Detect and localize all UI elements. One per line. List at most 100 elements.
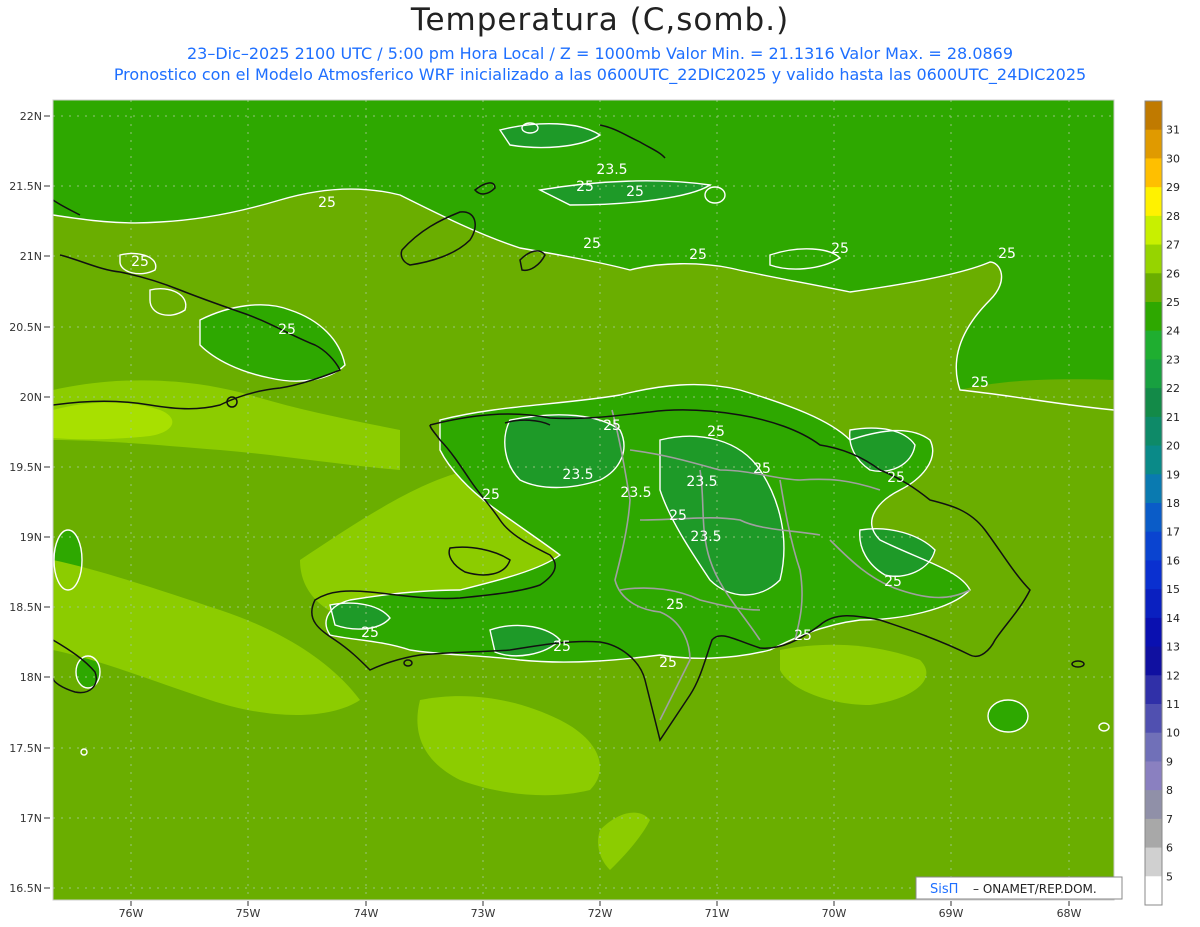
lat-label: 20N bbox=[20, 391, 42, 404]
contour-label: 25 bbox=[361, 625, 379, 641]
contour-label: 25 bbox=[884, 574, 902, 590]
colorbar-label: 5 bbox=[1166, 870, 1173, 883]
colorbar-swatch bbox=[1145, 646, 1162, 676]
lon-label: 72W bbox=[588, 907, 613, 920]
colorbar-swatch bbox=[1145, 704, 1162, 734]
colorbar-label: 27 bbox=[1166, 239, 1180, 252]
lat-label: 21.5N bbox=[9, 180, 42, 193]
colorbar-swatch bbox=[1145, 732, 1162, 762]
colorbar-label: 30 bbox=[1166, 152, 1180, 165]
colorbar-swatch bbox=[1145, 617, 1162, 648]
contour-label: 25 bbox=[831, 241, 849, 257]
colorbar-swatch bbox=[1145, 560, 1162, 590]
colorbar-label: 29 bbox=[1166, 181, 1180, 194]
contour-label: 23.5 bbox=[690, 529, 721, 545]
credit-brand: SisΠ bbox=[930, 882, 958, 897]
contour-label: 25 bbox=[553, 639, 571, 655]
colorbar-label: 8 bbox=[1166, 784, 1173, 797]
longitude-axis: 76W 75W 74W 73W 72W 71W 70W 69W 68W bbox=[119, 907, 1082, 920]
contour-label: 25 bbox=[278, 322, 296, 338]
colorbar-label: 14 bbox=[1166, 612, 1180, 625]
colorbar-swatch bbox=[1145, 474, 1162, 504]
temperature-field bbox=[53, 100, 1114, 900]
colorbar-swatch bbox=[1145, 445, 1162, 475]
lon-label: 71W bbox=[705, 907, 730, 920]
colorbar-swatch bbox=[1145, 531, 1162, 561]
colorbar-swatch bbox=[1145, 302, 1162, 332]
colorbar-label: 13 bbox=[1166, 641, 1180, 654]
lon-label: 73W bbox=[471, 907, 496, 920]
lon-label: 76W bbox=[119, 907, 144, 920]
colorbar-swatch bbox=[1145, 416, 1162, 447]
contour-label: 23.5 bbox=[562, 467, 593, 483]
colorbar-label: 26 bbox=[1166, 267, 1180, 280]
colorbar-label: 22 bbox=[1166, 382, 1180, 395]
lat-label: 21N bbox=[20, 250, 42, 263]
colorbar-swatch bbox=[1145, 187, 1162, 217]
colorbar-label: 20 bbox=[1166, 440, 1180, 453]
colorbar-label: 23 bbox=[1166, 353, 1180, 366]
colorbar: 31 30 29 28 27 26 25 24 23 22 21 20 19 18 17 16 15 14 13 12… bbox=[1144, 100, 1180, 906]
contour-label: 25 bbox=[998, 246, 1016, 262]
contour-label: 25 bbox=[603, 418, 621, 434]
credit-box: SisΠ – ONAMET/REP.DOM. bbox=[915, 876, 1123, 900]
lon-label: 69W bbox=[939, 907, 964, 920]
lat-label: 16.5N bbox=[9, 882, 42, 895]
contour-label: 25 bbox=[583, 236, 601, 252]
colorbar-label: 18 bbox=[1166, 497, 1180, 510]
colorbar-swatch bbox=[1145, 675, 1162, 705]
lon-label: 68W bbox=[1057, 907, 1082, 920]
colorbar-swatch bbox=[1145, 589, 1162, 619]
colorbar-label: 17 bbox=[1166, 526, 1180, 539]
colorbar-label: 21 bbox=[1166, 411, 1180, 424]
colorbar-swatch bbox=[1145, 761, 1162, 791]
contour-label: 23.5 bbox=[686, 474, 717, 490]
contour-label: 23.5 bbox=[620, 485, 651, 501]
lat-label: 18.5N bbox=[9, 601, 42, 614]
colorbar-label: 28 bbox=[1166, 210, 1180, 223]
contour-label: 25 bbox=[669, 508, 687, 524]
lon-label: 70W bbox=[822, 907, 847, 920]
lat-label: 19.5N bbox=[9, 461, 42, 474]
colorbar-swatch bbox=[1145, 273, 1162, 303]
lat-label: 17.5N bbox=[9, 742, 42, 755]
contour-label: 25 bbox=[753, 461, 771, 477]
contour-label: 25 bbox=[666, 597, 684, 613]
colorbar-swatch bbox=[1145, 790, 1162, 820]
colorbar-swatch bbox=[1145, 158, 1162, 188]
contour-label: 25 bbox=[971, 375, 989, 391]
lon-label: 75W bbox=[236, 907, 261, 920]
colorbar-label: 15 bbox=[1166, 583, 1180, 596]
contour-label: 25 bbox=[482, 487, 500, 503]
colorbar-swatch bbox=[1145, 818, 1162, 849]
latitude-ticks bbox=[44, 115, 50, 889]
lat-label: 17N bbox=[20, 812, 42, 825]
contour-label: 25 bbox=[131, 254, 149, 270]
colorbar-swatch bbox=[1145, 330, 1162, 360]
colorbar-swatch bbox=[1145, 101, 1162, 131]
colorbar-swatch bbox=[1145, 215, 1162, 246]
contour-label: 25 bbox=[318, 195, 336, 211]
contour-label: 25 bbox=[887, 470, 905, 486]
colorbar-swatch bbox=[1145, 388, 1162, 418]
contour-label: 25 bbox=[576, 179, 594, 195]
colorbar-swatch bbox=[1145, 876, 1162, 906]
colorbar-label: 16 bbox=[1166, 554, 1180, 567]
colorbar-swatch bbox=[1145, 129, 1162, 159]
lat-label: 22N bbox=[20, 110, 42, 123]
colorbar-label: 6 bbox=[1166, 842, 1173, 855]
colorbar-label: 7 bbox=[1166, 813, 1173, 826]
latitude-axis: 22N 21.5N 21N 20.5N 20N 19.5N 19N 18.5N … bbox=[9, 110, 42, 895]
colorbar-swatch bbox=[1145, 503, 1162, 533]
lon-label: 74W bbox=[354, 907, 379, 920]
lat-label: 20.5N bbox=[9, 321, 42, 334]
colorbar-label: 12 bbox=[1166, 669, 1180, 682]
colorbar-swatch bbox=[1145, 359, 1162, 389]
contour-label: 23.5 bbox=[596, 162, 627, 178]
map-canvas: 25 25 25 25 25 25 25 25 25 25 25 25 25 2… bbox=[9, 99, 1180, 920]
contour-label: 25 bbox=[659, 655, 677, 671]
lat-label: 18N bbox=[20, 671, 42, 684]
colorbar-label: 19 bbox=[1166, 468, 1180, 481]
contour-label: 25 bbox=[689, 247, 707, 263]
colorbar-label: 25 bbox=[1166, 296, 1180, 309]
